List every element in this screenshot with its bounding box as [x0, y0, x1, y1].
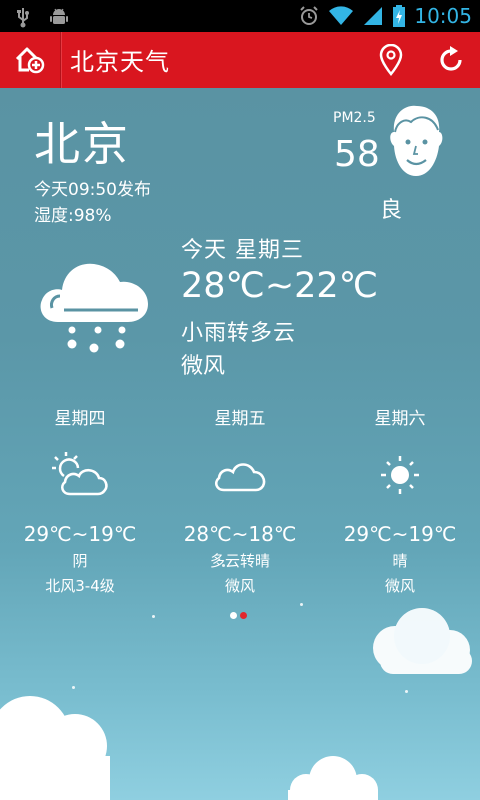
forecast-wind: 微风: [224, 577, 255, 595]
sun-icon: [381, 456, 419, 494]
forecast-temperature: 28℃~18℃: [183, 522, 297, 546]
cloud-icon: [214, 463, 266, 492]
pm25-quality: 良: [380, 198, 403, 223]
usb-icon: [17, 8, 29, 28]
today-label: 今天 星期三: [181, 238, 304, 263]
today-temperature: 28℃~22℃: [181, 266, 379, 306]
forecast-condition: 阴: [72, 552, 88, 570]
add-city-icon[interactable]: [14, 44, 46, 76]
today-condition: 小雨转多云: [181, 321, 297, 346]
smiley-face-icon: [390, 105, 443, 176]
clock: 10:05: [414, 4, 472, 28]
location-pin-icon[interactable]: [378, 44, 404, 76]
publish-time: 今天09:50发布: [34, 180, 151, 200]
forecast-day-name: 星期五: [214, 409, 266, 429]
forecast-day-name: 星期六: [374, 409, 426, 429]
page-dot[interactable]: [230, 612, 237, 619]
forecast-temperature: 29℃~19℃: [343, 522, 457, 546]
forecast-day-name: 星期四: [54, 409, 106, 429]
pm25-value: 58: [334, 134, 380, 175]
partly-cloudy-icon: [52, 452, 108, 496]
wifi-icon: [329, 6, 354, 25]
forecast-condition: 晴: [392, 552, 408, 570]
forecast-day: 星期六 29℃~19℃ 晴 微风: [320, 406, 480, 596]
sparkle: [72, 686, 75, 689]
page-indicator[interactable]: [230, 612, 247, 619]
decorative-cloud-icon: [288, 756, 378, 800]
light-rain-cloud-icon: [40, 263, 148, 353]
forecast-temperature: 29℃~19℃: [23, 522, 137, 546]
page-dot-active[interactable]: [240, 612, 247, 619]
battery-charging-icon: [393, 5, 406, 27]
forecast-wind: 微风: [384, 577, 415, 595]
forecast-day: 星期五 28℃~18℃ 多云转晴 微风: [160, 406, 320, 596]
title-divider: [60, 32, 62, 88]
signal-icon: [364, 7, 383, 25]
app-title: 北京天气: [70, 48, 170, 76]
sparkle: [300, 603, 303, 606]
title-bar: 北京天气: [0, 32, 480, 88]
forecast-condition: 多云转晴: [209, 552, 270, 570]
refresh-icon[interactable]: [436, 45, 466, 75]
sparkle: [405, 690, 408, 693]
sparkle: [152, 615, 155, 618]
decorative-cloud-icon: [0, 696, 110, 800]
android-debug-icon: [50, 8, 68, 24]
status-bar: 10:05: [0, 0, 480, 32]
city-name: 北京: [34, 117, 130, 171]
decorative-cloud-icon: [373, 608, 472, 674]
humidity: 湿度:98%: [34, 206, 112, 226]
pm25-label: PM2.5: [333, 110, 376, 126]
forecast-day: 星期四 29℃~19℃ 阴 北风3-4级: [0, 406, 160, 596]
alarm-icon: [300, 6, 319, 25]
forecast-wind: 北风3-4级: [45, 577, 115, 595]
today-wind: 微风: [181, 354, 226, 379]
